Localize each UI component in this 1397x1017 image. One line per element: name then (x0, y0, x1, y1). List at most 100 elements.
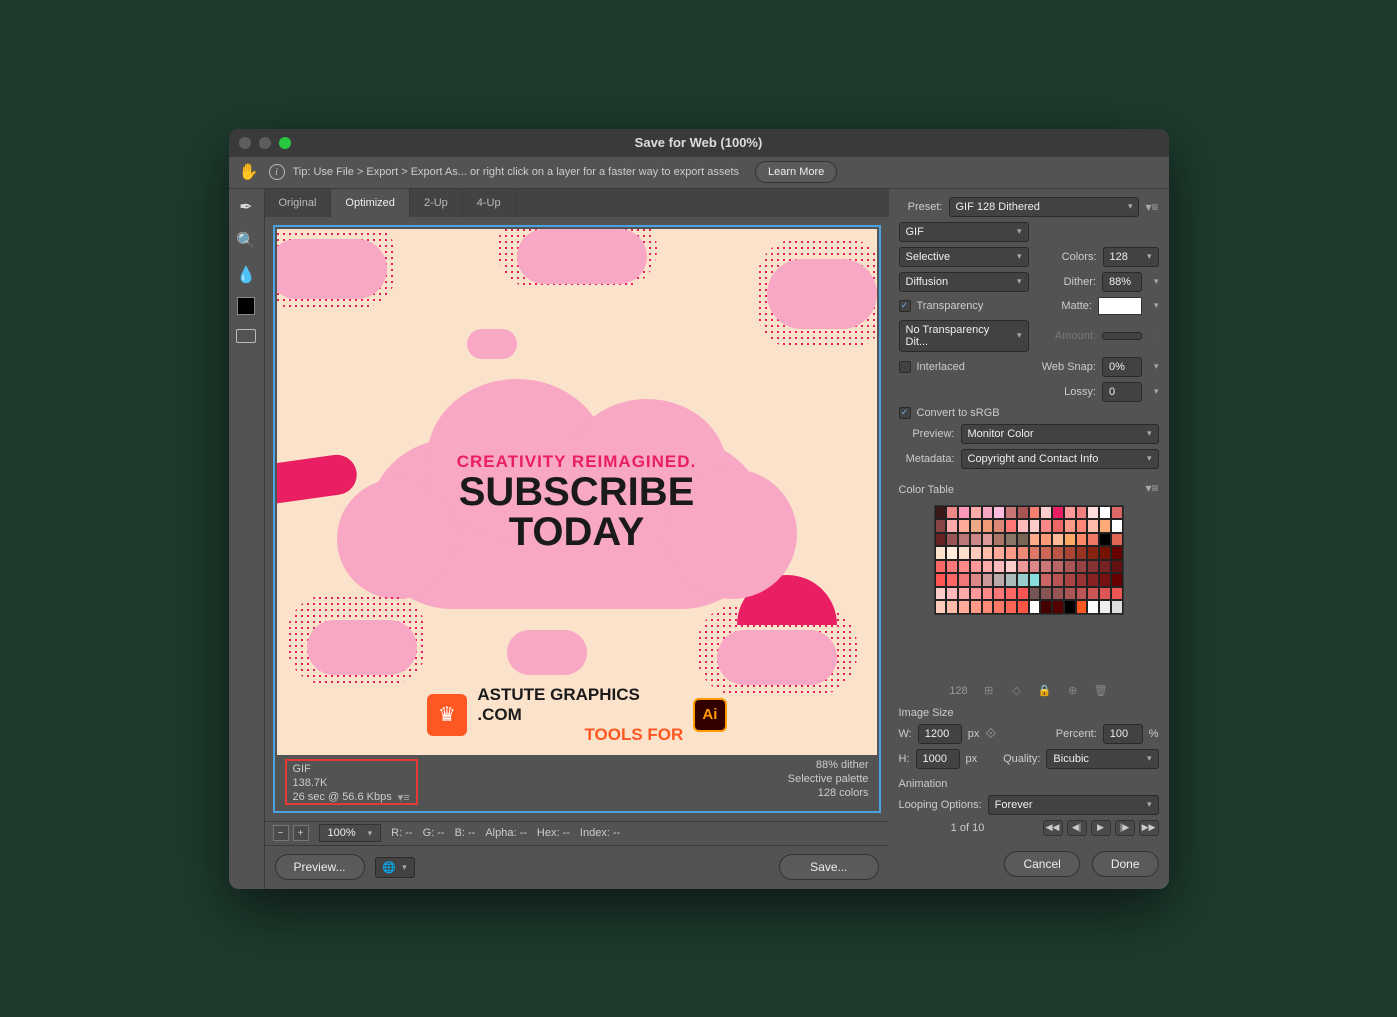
metadata-select[interactable]: Copyright and Contact Info▾ (961, 449, 1159, 469)
headline-large-1: SUBSCRIBE (457, 472, 697, 512)
tab-optimized[interactable]: Optimized (331, 189, 410, 217)
save-button[interactable]: Save... (779, 854, 878, 880)
width-input[interactable]: 1200 (918, 724, 962, 744)
anim-next-button[interactable]: |▶ (1115, 820, 1135, 836)
color-table-title: Color Table (899, 484, 954, 496)
tab-2up[interactable]: 2-Up (410, 189, 463, 217)
info-size: 138.7K (293, 777, 410, 789)
height-input[interactable]: 1000 (916, 749, 960, 769)
tab-4up[interactable]: 4-Up (463, 189, 516, 217)
colors-select[interactable]: 128▾ (1103, 247, 1159, 267)
dither-input[interactable]: 88% (1102, 272, 1142, 292)
matte-label: Matte: (989, 300, 1092, 312)
preset-menu-icon[interactable]: ▾≡ (1145, 200, 1158, 214)
preview-select[interactable]: Monitor Color▾ (961, 424, 1159, 444)
ct-new-icon[interactable]: ⊕ (1066, 684, 1080, 698)
illustrator-icon: Ai (693, 698, 726, 732)
amount-label: Amount: (1035, 330, 1096, 342)
eyedropper-tool-icon[interactable]: 💧 (234, 263, 258, 287)
slice-tool-icon[interactable]: ✒ (234, 195, 258, 219)
height-unit: px (966, 753, 978, 765)
reduction-select[interactable]: Selective▾ (899, 247, 1029, 267)
matte-swatch[interactable] (1098, 297, 1142, 315)
view-tabs: Original Optimized 2-Up 4-Up (265, 189, 889, 217)
ct-trash-icon[interactable]: 🗑 (1094, 684, 1108, 698)
download-speed-menu-icon[interactable]: ▾≡ (398, 791, 410, 804)
tip-bar: ✋ i Tip: Use File > Export > Export As..… (229, 157, 1169, 189)
websnap-stepper-icon[interactable]: ▾ (1154, 361, 1159, 372)
quality-label: Quality: (1003, 753, 1040, 765)
tab-original[interactable]: Original (265, 189, 332, 217)
format-select[interactable]: GIF▾ (899, 222, 1029, 242)
link-dimensions-icon[interactable]: ⟐ (985, 725, 996, 742)
titlebar: Save for Web (100%) (229, 129, 1169, 157)
zoom-select[interactable]: 100%▾ (319, 824, 382, 842)
loop-label: Looping Options: (899, 799, 982, 811)
colors-label: Colors: (1035, 251, 1097, 263)
percent-unit: % (1149, 728, 1159, 740)
loop-select[interactable]: Forever▾ (988, 795, 1159, 815)
interlaced-label: Interlaced (917, 361, 965, 373)
ct-maptrans-icon[interactable]: ◇ (1010, 684, 1024, 698)
lossy-input[interactable]: 0 (1102, 382, 1142, 402)
amount-stepper-icon: ▾ (1154, 330, 1159, 341)
browser-select[interactable]: 🌐▾ (375, 857, 415, 878)
lossy-stepper-icon[interactable]: ▾ (1154, 386, 1159, 397)
metadata-label: Metadata: (899, 453, 955, 465)
zoom-out-button[interactable]: − (273, 825, 289, 841)
zoom-info-row: − + 100%▾ R: -- G: -- B: -- Alpha: -- He… (265, 821, 889, 845)
zoom-in-button[interactable]: + (293, 825, 309, 841)
percent-input[interactable]: 100 (1103, 724, 1143, 744)
websnap-input[interactable]: 0% (1102, 357, 1142, 377)
interlaced-checkbox[interactable] (899, 361, 911, 373)
info-palette: Selective palette (788, 773, 869, 785)
cancel-button[interactable]: Cancel (1004, 851, 1079, 877)
readout-g: G: -- (423, 827, 445, 839)
image-size-title: Image Size (899, 707, 1159, 719)
dither-method-select[interactable]: Diffusion▾ (899, 272, 1029, 292)
eyedropper-color-swatch[interactable] (237, 297, 255, 315)
dither-label: Dither: (1035, 276, 1096, 288)
tool-column: ✒ 🔍 💧 (229, 189, 265, 889)
matte-dropdown-icon[interactable]: ▾ (1154, 300, 1159, 311)
preview-info-strip: GIF 138.7K 26 sec @ 56.6 Kbps ▾≡ 88% dit… (277, 755, 877, 809)
slice-visibility-icon[interactable] (236, 329, 256, 343)
anim-first-button[interactable]: ◀◀ (1043, 820, 1063, 836)
info-icon: i (269, 164, 285, 180)
headline-small: CREATIVITY REIMAGINED. (457, 452, 697, 472)
readout-hex: Hex: -- (537, 827, 570, 839)
color-table-count: 128 (949, 685, 967, 697)
preview-frame[interactable]: CREATIVITY REIMAGINED. SUBSCRIBE TODAY ♛… (273, 225, 881, 813)
transparency-checkbox[interactable]: ✓ (899, 300, 911, 312)
animation-title: Animation (899, 778, 1159, 790)
action-button-row: Preview... 🌐▾ Save... (265, 845, 889, 889)
zoom-tool-icon[interactable]: 🔍 (234, 229, 258, 253)
anim-prev-button[interactable]: ◀| (1067, 820, 1087, 836)
color-table-grid[interactable] (934, 505, 1124, 615)
srgb-checkbox[interactable]: ✓ (899, 407, 911, 419)
anim-play-button[interactable]: ▶ (1091, 820, 1111, 836)
preset-select[interactable]: GIF 128 Dithered▾ (949, 197, 1140, 217)
brand-tagline: TOOLS FOR (477, 725, 683, 745)
ct-snapweb-icon[interactable]: ⊞ (982, 684, 996, 698)
settings-panel: Preset: GIF 128 Dithered▾ ▾≡ GIF▾ Select… (889, 189, 1169, 889)
hand-tool-icon[interactable]: ✋ (237, 160, 261, 184)
websnap-label: Web Snap: (971, 361, 1096, 373)
preview-label: Preview: (899, 428, 955, 440)
crown-logo-icon: ♛ (427, 694, 468, 736)
readout-alpha: Alpha: -- (485, 827, 527, 839)
color-table-menu-icon[interactable]: ▾≡ (1145, 481, 1158, 495)
save-for-web-window: Save for Web (100%) ✋ i Tip: Use File > … (229, 129, 1169, 889)
preview-button[interactable]: Preview... (275, 854, 365, 880)
percent-label: Percent: (1002, 728, 1096, 740)
learn-more-button[interactable]: Learn More (755, 161, 837, 183)
lossy-label: Lossy: (899, 386, 1096, 398)
window-title: Save for Web (100%) (229, 135, 1169, 150)
ct-lock-icon[interactable]: 🔒 (1038, 684, 1052, 698)
width-unit: px (968, 728, 980, 740)
quality-select[interactable]: Bicubic▾ (1046, 749, 1158, 769)
dither-stepper-icon[interactable]: ▾ (1154, 276, 1159, 287)
done-button[interactable]: Done (1092, 851, 1159, 877)
anim-last-button[interactable]: ▶▶ (1139, 820, 1159, 836)
transparency-dither-select[interactable]: No Transparency Dit...▾ (899, 320, 1029, 352)
